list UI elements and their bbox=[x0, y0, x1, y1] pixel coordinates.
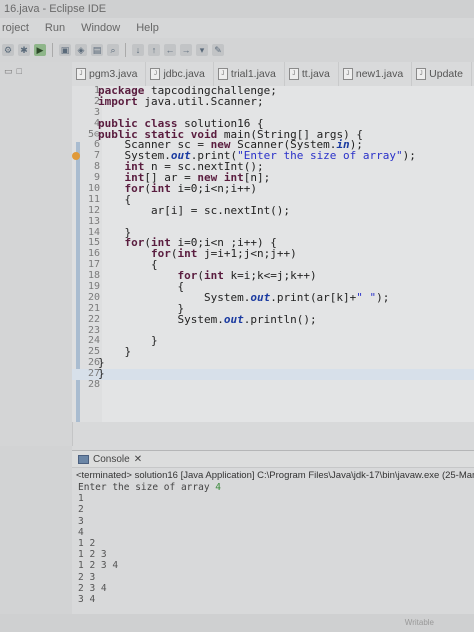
toolbar: ⚙ ✱ ▶ ▣ ◈ ▤ ⌕ ↓ ↑ ← → ▾ ✎ bbox=[0, 38, 474, 62]
settings-icon[interactable]: ⚙ bbox=[2, 44, 14, 56]
code-text: System.out.println(); bbox=[98, 312, 317, 326]
code-line[interactable]: 24 } bbox=[72, 336, 474, 347]
console-prompt: Enter the size of array bbox=[78, 482, 216, 493]
line-number: 13 bbox=[87, 215, 100, 227]
code-line[interactable]: 12 ar[i] = sc.nextInt(); bbox=[72, 203, 474, 217]
code-line[interactable]: 13 bbox=[72, 215, 474, 228]
status-writable: Writable bbox=[404, 618, 434, 627]
package-explorer-minimized: ▭ □ bbox=[0, 62, 73, 446]
console-line: 1 2 bbox=[78, 537, 96, 549]
console-output[interactable]: Enter the size of array 4 12341 21 2 31 … bbox=[78, 482, 474, 605]
tab-jdbc[interactable]: Jjdbc.java bbox=[146, 62, 214, 86]
chevron-down-icon[interactable]: ▾ bbox=[196, 44, 208, 56]
code-line[interactable]: 28 bbox=[72, 379, 474, 391]
console-line: 1 2 3 4 bbox=[78, 560, 119, 572]
menu-window[interactable]: Window bbox=[81, 22, 120, 34]
pin-icon[interactable]: ✎ bbox=[212, 44, 224, 56]
console-line: 3 bbox=[78, 515, 84, 527]
editor-tabs: Jpgm3.java Jjdbc.java Jtrial1.java Jtt.j… bbox=[72, 62, 474, 87]
tab-label: trial1.java bbox=[230, 68, 276, 80]
java-file-icon: J bbox=[416, 68, 427, 80]
tab-label: tt.java bbox=[301, 68, 330, 80]
close-icon[interactable]: ✕ bbox=[134, 454, 142, 465]
annotation-next-icon[interactable]: ↓ bbox=[132, 44, 144, 56]
menu-help[interactable]: Help bbox=[136, 22, 159, 34]
tab-update[interactable]: J Update bbox=[412, 62, 473, 86]
line-number: 4 bbox=[93, 117, 100, 129]
java-file-icon: J bbox=[288, 68, 299, 80]
console-line: 2 3 4 bbox=[78, 582, 107, 594]
tab-pgm3[interactable]: Jpgm3.java bbox=[72, 62, 147, 86]
search-icon[interactable]: ⌕ bbox=[107, 44, 119, 56]
debug-icon[interactable]: ✱ bbox=[18, 44, 30, 56]
new-class-icon[interactable]: ◈ bbox=[75, 44, 87, 56]
menu-bar: roject Run Window Help bbox=[0, 18, 474, 38]
line-number: 28 bbox=[87, 379, 100, 391]
java-file-icon: J bbox=[217, 68, 228, 80]
console-prompt-line: Enter the size of array 4 bbox=[78, 482, 474, 493]
maximize-icon[interactable]: □ bbox=[17, 66, 22, 77]
java-file-icon: J bbox=[76, 68, 86, 80]
code-line[interactable]: 26} bbox=[72, 357, 474, 369]
java-file-icon: J bbox=[150, 68, 161, 80]
tab-label: pgm3.java bbox=[89, 68, 138, 80]
console-line: 2 bbox=[78, 504, 84, 516]
toolbar-separator bbox=[125, 43, 126, 57]
code-lines: 1 package tapcodingchallenge; 2 import java… bbox=[72, 86, 474, 391]
open-type-icon[interactable]: ▤ bbox=[91, 44, 103, 56]
console-icon bbox=[78, 454, 89, 464]
menu-run[interactable]: Run bbox=[45, 22, 65, 34]
console-header: Console ✕ bbox=[72, 450, 474, 468]
forward-icon[interactable]: → bbox=[180, 44, 192, 56]
console-tab[interactable]: Console bbox=[93, 454, 130, 465]
console-status: <terminated> solution16 [Java Applicatio… bbox=[76, 470, 474, 481]
line-number: 22 bbox=[87, 313, 100, 325]
window-title: 16.java - Eclipse IDE bbox=[0, 0, 474, 18]
menu-project[interactable]: roject bbox=[2, 22, 29, 34]
tab-label: Update bbox=[429, 68, 464, 80]
code-line[interactable]: 25 } bbox=[72, 346, 474, 358]
code-line[interactable]: 22 System.out.println(); bbox=[72, 312, 474, 326]
console-line: 1 2 3 bbox=[78, 549, 107, 561]
annotation-prev-icon[interactable]: ↑ bbox=[148, 44, 160, 56]
code-line[interactable]: 10 for(int i=0;i<n;i++) bbox=[72, 183, 474, 195]
code-line[interactable]: 2 import java.util.Scanner; bbox=[72, 94, 474, 108]
tab-trial1[interactable]: Jtrial1.java bbox=[214, 62, 285, 86]
status-bar: Writable bbox=[0, 614, 474, 632]
console-line: 3 4 bbox=[78, 593, 96, 605]
left-panel-lower bbox=[0, 446, 72, 632]
new-package-icon[interactable]: ▣ bbox=[59, 44, 71, 56]
java-file-icon: J bbox=[342, 68, 353, 80]
code-line[interactable]: 27} bbox=[72, 368, 474, 381]
console-line: 2 3 bbox=[78, 571, 96, 583]
tab-tt[interactable]: Jtt.java bbox=[285, 62, 339, 86]
code-editor[interactable]: 1 package tapcodingchallenge; 2 import java… bbox=[72, 86, 474, 422]
tab-label: jdbc.java bbox=[163, 68, 205, 80]
toolbar-separator bbox=[52, 43, 53, 57]
run-icon[interactable]: ▶ bbox=[34, 44, 46, 56]
console-user-input: 4 bbox=[215, 482, 222, 493]
code-text: ar[i] = sc.nextInt(); bbox=[98, 203, 291, 217]
tab-label: new1.java bbox=[355, 68, 404, 80]
console-line: 1 bbox=[78, 493, 84, 505]
console-line: 4 bbox=[78, 526, 84, 538]
tab-new1[interactable]: Jnew1.java bbox=[339, 62, 413, 86]
back-icon[interactable]: ← bbox=[164, 44, 176, 56]
minimize-icon[interactable]: ▭ bbox=[4, 66, 13, 77]
code-text: import java.util.Scanner; bbox=[98, 94, 264, 108]
